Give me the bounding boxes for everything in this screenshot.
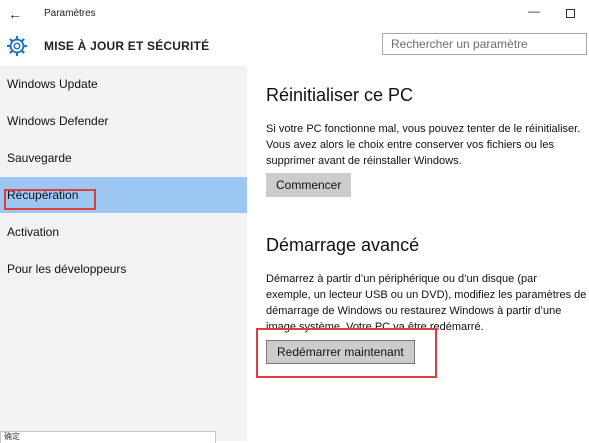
reset-pc-heading: Réinitialiser ce PC <box>266 85 414 105</box>
advanced-desc-line: exemple, un lecteur USB ou un DVD), modi… <box>266 289 587 301</box>
sidebar-item-developpeurs[interactable]: Pour les développeurs <box>0 251 247 287</box>
reset-desc-line: supprimer avant de réinstaller Windows. <box>266 155 462 167</box>
gear-icon <box>6 35 28 57</box>
reset-desc-line: Si votre PC fonctionne mal, vous pouvez … <box>266 123 581 135</box>
search-box[interactable] <box>382 33 587 55</box>
sidebar-item-activation[interactable]: Activation <box>0 214 247 250</box>
advanced-desc-line: Démarrez à partir d’un périphérique ou d… <box>266 273 537 285</box>
advanced-desc-line: image système. Votre PC va être redémarr… <box>266 321 484 333</box>
search-input[interactable] <box>383 34 586 54</box>
page-header: MISE À JOUR ET SÉCURITÉ <box>0 30 589 62</box>
sidebar-item-sauvegarde[interactable]: Sauvegarde <box>0 140 247 176</box>
minimize-button[interactable]: — <box>527 4 541 18</box>
title-bar: ← Paramètres — <box>0 0 589 30</box>
start-reset-button[interactable]: Commencer <box>266 173 352 197</box>
maximize-button[interactable] <box>566 9 575 18</box>
window-title: Paramètres <box>44 8 96 19</box>
sidebar-item-windows-update[interactable]: Windows Update <box>0 66 247 102</box>
advanced-startup-description: Démarrez à partir d’un périphérique ou d… <box>266 271 589 335</box>
advanced-desc-line: démarrage de Windows ou restaurez Window… <box>266 305 562 317</box>
main-content: Réinitialiser ce PC Si votre PC fonction… <box>247 66 589 441</box>
reset-desc-line: Vous avez alors le choix entre conserver… <box>266 139 554 151</box>
sidebar: Windows Update Windows Defender Sauvegar… <box>0 66 247 441</box>
sidebar-item-windows-defender[interactable]: Windows Defender <box>0 103 247 139</box>
restart-now-button[interactable]: Redémarrer maintenant <box>266 340 415 364</box>
back-arrow-icon[interactable]: ← <box>8 6 22 22</box>
sidebar-item-recuperation[interactable]: Récupération <box>0 177 247 213</box>
advanced-startup-heading: Démarrage avancé <box>266 235 420 255</box>
bottom-input-field[interactable]: 确定 <box>0 431 216 443</box>
reset-pc-description: Si votre PC fonctionne mal, vous pouvez … <box>266 121 589 169</box>
section-title: MISE À JOUR ET SÉCURITÉ <box>44 39 210 53</box>
